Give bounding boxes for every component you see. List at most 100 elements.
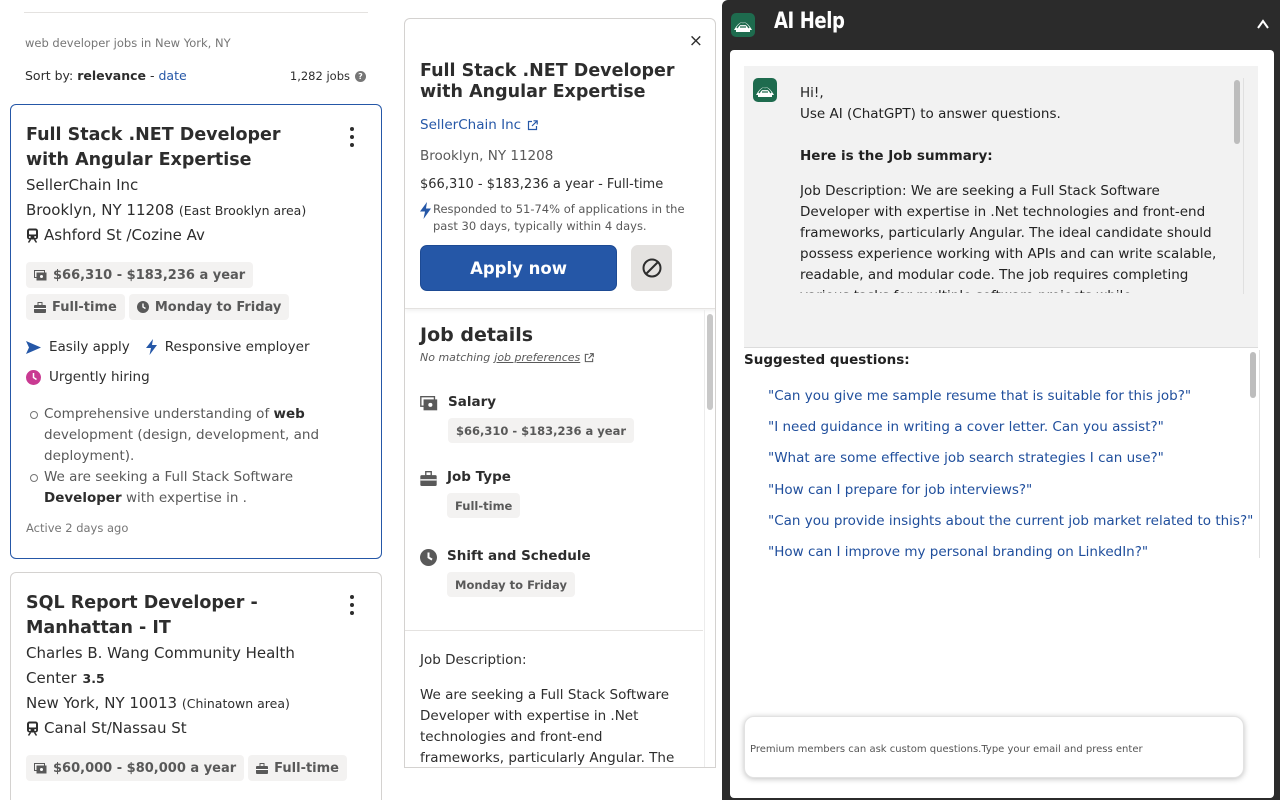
responded-note: Responded to 51-74% of applications in t…	[420, 201, 705, 235]
scrollbar[interactable]	[1234, 80, 1240, 144]
salary-chip: $60,000 - $80,000 a year	[26, 755, 245, 781]
jobtype-label: Job Type	[447, 469, 511, 485]
sort-relevance: relevance	[77, 68, 146, 83]
external-link-icon	[527, 119, 538, 130]
job-card-location: New York, NY 10013 (Chinatown area)	[26, 691, 366, 716]
sort-by: Sort by: relevance - date	[25, 68, 187, 83]
scrollbar[interactable]	[1250, 352, 1256, 398]
easily-apply-text: Easily apply	[49, 339, 130, 355]
job-attributes: Easily apply Responsive employer	[26, 332, 366, 362]
job-preferences-link[interactable]: job preferences	[494, 351, 580, 364]
job-card-company: SellerChain Inc	[26, 176, 139, 194]
ai-help-panel: AI Help Hi!, Use AI (ChatGPT) to answer …	[722, 0, 1280, 800]
company-link-text[interactable]: SellerChain Inc	[420, 117, 521, 133]
job-card-chips: $66,310 - $183,236 a year Full-time Mond…	[26, 262, 356, 320]
suggested-questions-list: "Can you give me sample resume that is s…	[768, 381, 1253, 568]
ai-help-content: Hi!, Use AI (ChatGPT) to answer question…	[730, 50, 1274, 798]
snippet-text: We are seeking a Full Stack Software	[44, 469, 294, 485]
money-icon	[420, 396, 438, 411]
suggested-question[interactable]: "How can I improve my personal branding …	[768, 537, 1238, 568]
jobtype-text: Full-time	[274, 760, 340, 776]
location-text: New York, NY 10013	[26, 694, 178, 712]
send-arrow-icon	[26, 340, 41, 354]
job-snippet: Comprehensive understanding of web devel…	[26, 404, 366, 509]
jobtype-chip: Full-time	[26, 294, 125, 320]
briefcase-icon	[34, 301, 46, 313]
suggested-question[interactable]: "How can I prepare for job interviews?"	[768, 475, 1238, 506]
divider	[405, 630, 703, 631]
salary-text: $60,000 - $80,000 a year	[53, 760, 237, 776]
job-count: 1,282 jobs ?	[290, 69, 366, 83]
job-details-heading: Job details	[420, 324, 534, 346]
responsive-employer: Responsive employer	[145, 332, 310, 362]
job-count-text: 1,282 jobs	[289, 69, 350, 83]
suggested-questions-heading: Suggested questions:	[744, 352, 910, 368]
job-card-transit: Ashford St /Cozine Av	[26, 223, 366, 248]
job-detail-title: Full Stack .NET Developer with Angular E…	[420, 61, 675, 102]
job-detail-location: Brooklyn, NY 11208	[420, 148, 554, 164]
scroll-track	[1259, 350, 1260, 558]
suggested-question[interactable]: "What are some effective job search stra…	[768, 443, 1238, 474]
snippet-highlight: web	[273, 406, 305, 422]
ban-icon	[642, 258, 661, 278]
snippet-item: Comprehensive understanding of web devel…	[30, 404, 366, 467]
company-text: Charles B. Wang Community Health Center	[26, 644, 295, 687]
search-query-text: web developer jobs in New York, NY	[25, 36, 231, 50]
urgently-hiring: Urgently hiring	[26, 362, 366, 392]
intro-text: Use AI (ChatGPT) to answer questions.	[800, 106, 1061, 122]
more-options-icon[interactable]	[343, 595, 361, 615]
location-area: (Chinatown area)	[181, 696, 290, 711]
job-detail-panel: × Full Stack .NET Developer with Angular…	[404, 18, 716, 768]
briefcase-icon	[420, 471, 437, 486]
chat-history: Hi!, Use AI (ChatGPT) to answer question…	[744, 66, 1258, 348]
schedule-text: Monday to Friday	[154, 299, 282, 315]
greeting-text: Hi!,	[800, 85, 824, 101]
salary-chip: $66,310 - $183,236 a year	[26, 262, 254, 288]
more-options-icon[interactable]	[343, 127, 361, 147]
job-card-title[interactable]: SQL Report Developer - Manhattan - IT	[26, 591, 326, 641]
collapse-chevron-icon[interactable]	[1256, 18, 1270, 32]
suggested-question[interactable]: "Can you give me sample resume that is s…	[768, 381, 1238, 412]
job-detail-body: Job details No matching job preferences …	[405, 310, 715, 767]
help-icon[interactable]: ?	[355, 70, 366, 82]
ask-question-input[interactable]	[750, 739, 1230, 759]
sort-prefix: Sort by:	[25, 68, 78, 83]
divider	[24, 12, 368, 13]
job-description-text: We are seeking a Full Stack Software Dev…	[420, 687, 675, 766]
ask-question-box	[744, 716, 1244, 778]
briefcase-icon	[256, 762, 269, 774]
summary-text: Job Description: We are seeking a Full S…	[800, 183, 1217, 293]
scroll-track	[704, 310, 705, 767]
results-column: web developer jobs in New York, NY Sort …	[0, 0, 392, 800]
jobtype-text: Full-time	[52, 299, 117, 315]
jobtype-chip: Full-time	[248, 755, 348, 781]
job-card-selected[interactable]: Full Stack .NET Developer with Angular E…	[10, 104, 382, 559]
posted-date: Active 2 days ago	[26, 521, 129, 535]
scroll-track	[1243, 78, 1244, 294]
ai-help-title: AI Help	[774, 9, 845, 34]
company-link[interactable]: SellerChain Inc	[420, 117, 538, 133]
sort-date-link[interactable]: date	[158, 68, 186, 83]
apply-now-button[interactable]: Apply now	[420, 245, 617, 291]
detail-salary: Salary $66,310 - $183,236 a year	[420, 394, 635, 443]
lightning-icon	[145, 339, 157, 355]
train-icon	[27, 721, 38, 736]
snippet-text: Comprehensive understanding of	[44, 406, 274, 422]
snippet-text: with expertise in .	[121, 490, 247, 506]
company-rating: 3.5	[82, 671, 105, 686]
not-interested-button[interactable]	[631, 245, 672, 291]
location-text: Brooklyn, NY 11208	[26, 201, 175, 219]
detail-jobtype: Job Type Full-time	[420, 469, 521, 518]
close-icon[interactable]: ×	[689, 31, 703, 51]
job-card-company: Charles B. Wang Community Health Center 3…	[26, 641, 366, 691]
sort-separator: -	[146, 68, 159, 83]
job-card[interactable]: SQL Report Developer - Manhattan - IT Ch…	[10, 572, 382, 800]
scrollbar[interactable]	[707, 314, 713, 410]
suggested-question[interactable]: "Can you provide insights about the curr…	[768, 506, 1253, 537]
salary-chip: $66,310 - $183,236 a year	[448, 418, 635, 443]
suggested-question[interactable]: "I need guidance in writing a cover lett…	[768, 412, 1238, 443]
snippet-text: development (design, development, and de…	[44, 427, 320, 464]
job-card-title[interactable]: Full Stack .NET Developer with Angular E…	[26, 123, 326, 173]
jobtype-chip: Full-time	[447, 493, 521, 518]
schedule-label: Shift and Schedule	[447, 548, 591, 564]
